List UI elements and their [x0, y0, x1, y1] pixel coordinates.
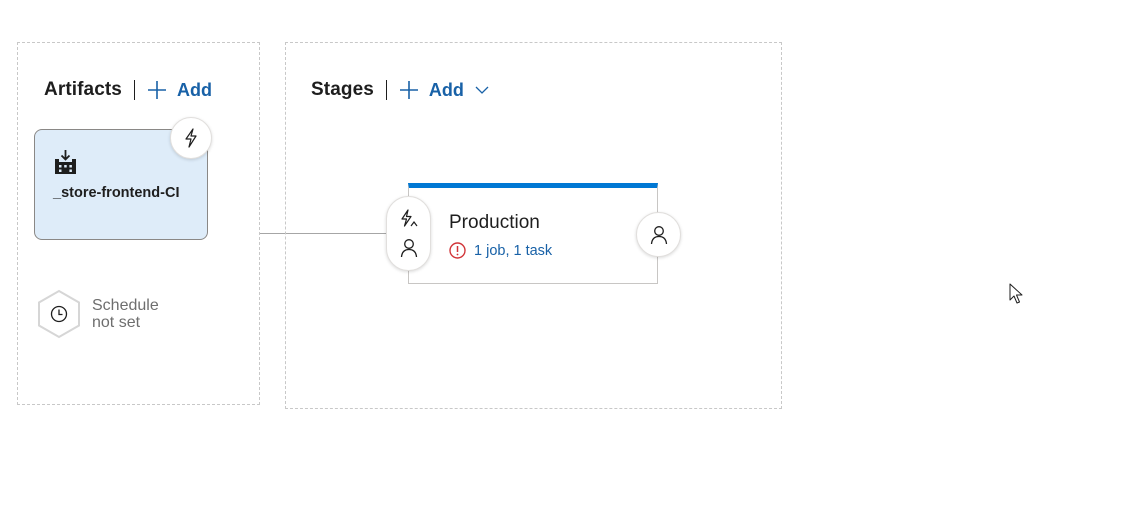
lightning-icon: [185, 128, 197, 148]
stages-header: Stages Add: [311, 78, 489, 102]
error-icon: [449, 242, 466, 259]
stage-name: Production: [449, 212, 540, 233]
lightning-person-icon: [400, 209, 417, 227]
person-icon: [650, 225, 667, 244]
build-icon: [55, 150, 76, 174]
person-icon: [400, 239, 417, 258]
schedule-label: Schedule not set: [92, 297, 159, 331]
post-deployment-approvers-button[interactable]: [636, 212, 681, 257]
plus-icon: [399, 81, 418, 99]
chevron-down-icon: [475, 86, 489, 94]
stage-card-production[interactable]: Production 1 job, 1 task: [408, 183, 658, 284]
header-divider: [133, 80, 135, 100]
artifact-trigger-button[interactable]: [170, 117, 212, 159]
add-stage-button[interactable]: Add: [399, 80, 489, 101]
mouse-cursor-icon: [1009, 283, 1023, 304]
stage-status-link[interactable]: 1 job, 1 task: [449, 242, 552, 259]
artifacts-header: Artifacts Add: [44, 78, 212, 102]
schedule-line2: not set: [92, 314, 141, 331]
artifacts-title: Artifacts: [44, 79, 122, 100]
pre-deployment-conditions: [386, 196, 431, 271]
stages-title: Stages: [311, 79, 374, 100]
schedule-line1: Schedule: [92, 297, 159, 314]
artifact-name: _store-frontend-CI: [53, 185, 180, 201]
pre-deployment-approvers-button[interactable]: [387, 231, 430, 265]
add-artifact-button[interactable]: Add: [147, 80, 212, 101]
stage-status-text: 1 job, 1 task: [474, 242, 553, 259]
add-stage-label: Add: [428, 79, 464, 100]
add-artifact-label: Add: [176, 79, 212, 100]
plus-icon: [147, 81, 166, 99]
clock-icon: [38, 289, 80, 339]
schedule-trigger[interactable]: Schedule not set: [36, 289, 159, 339]
header-divider: [385, 80, 387, 100]
